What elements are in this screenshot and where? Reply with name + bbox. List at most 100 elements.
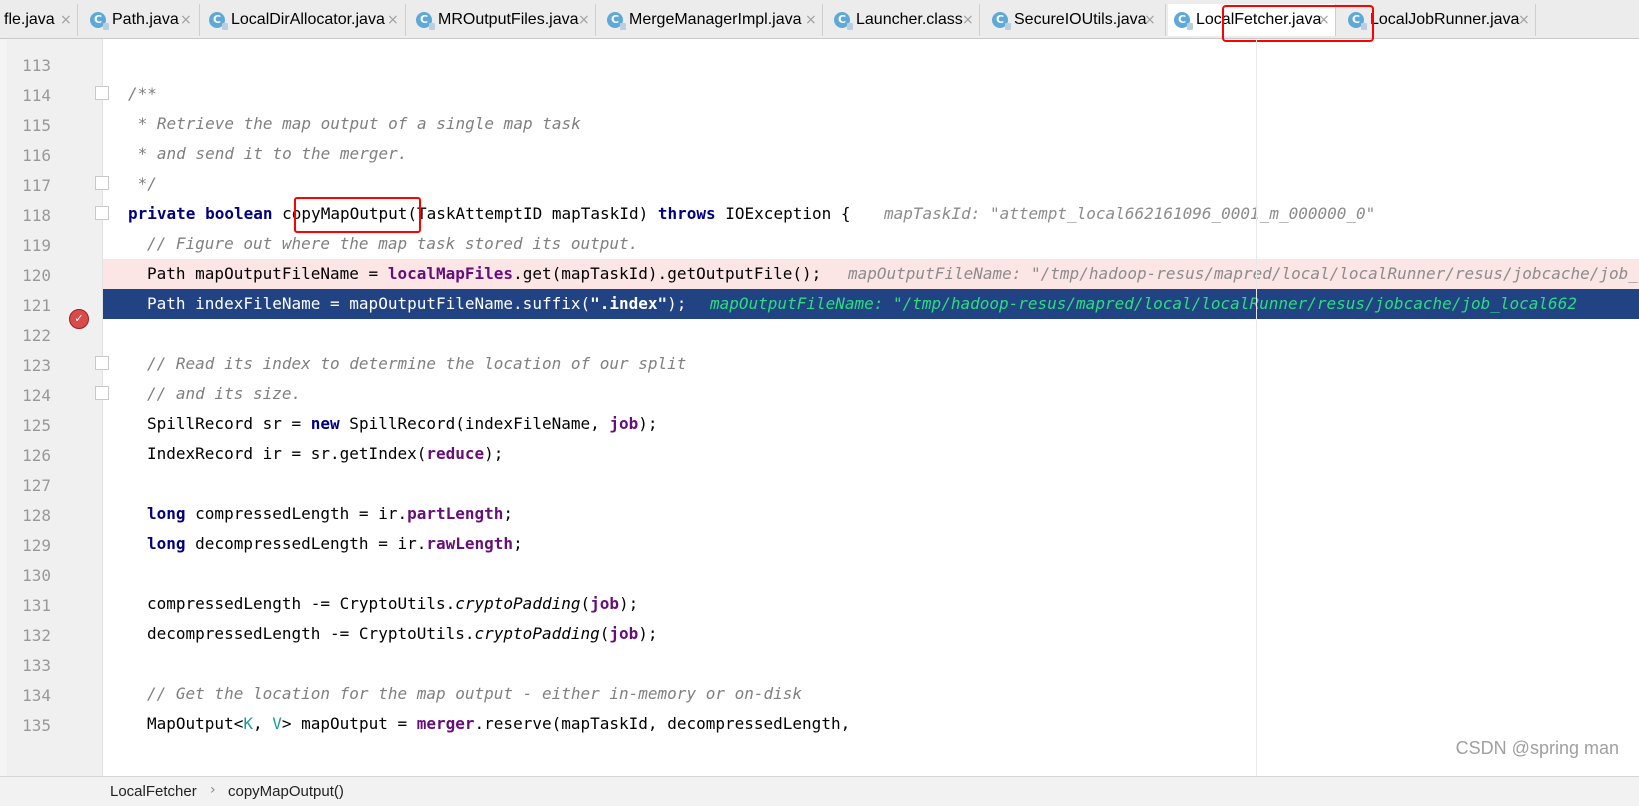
code-text: ); (619, 594, 639, 613)
code-line-134: // Get the location for the map output -… (103, 679, 1639, 709)
line-number: 132 (22, 626, 51, 645)
code-text: decompressedLength = ir. (185, 534, 427, 553)
keyword: long (147, 534, 186, 553)
close-icon[interactable]: × (805, 12, 817, 28)
code-text: MapOutput<K, V> mapOutput = merger.reser… (147, 714, 850, 733)
line-number: 128 (22, 506, 51, 525)
code-line-120: Path mapOutputFileName = localMapFiles.g… (103, 259, 1639, 289)
field-ref: job (609, 624, 639, 643)
code-editor[interactable]: /** * Retrieve the map output of a singl… (103, 39, 1639, 776)
code-text: ); (484, 444, 504, 463)
doc-comment: * Retrieve the map output of a single ma… (128, 114, 581, 133)
java-class-icon: C (416, 12, 435, 30)
line-comment: // Read its index to determine the locat… (147, 354, 687, 373)
java-class-icon: C (1174, 12, 1193, 30)
tab-secureioutils-java[interactable]: C SecureIOUtils.java × (986, 4, 1166, 36)
code-text: Path indexFileName = mapOutputFileName.s… (147, 294, 686, 313)
java-class-icon: C (209, 12, 228, 30)
line-number: 115 (22, 116, 51, 135)
close-icon[interactable]: × (60, 12, 72, 28)
breadcrumb-class[interactable]: LocalFetcher (110, 783, 197, 800)
close-icon[interactable]: × (387, 12, 399, 28)
watermark: CSDN @spring man (1455, 738, 1619, 758)
tab-fle-java[interactable]: fle.java × (0, 4, 78, 36)
line-comment: // Figure out where the map task stored … (147, 234, 639, 253)
line-number: 113 (22, 56, 51, 75)
breadcrumb-method[interactable]: copyMapOutput() (228, 783, 344, 800)
code-text: Path indexFileName = mapOutputFileName.s… (147, 294, 591, 313)
static-method: cryptoPadding (455, 594, 581, 613)
code-line-126: IndexRecord ir = sr.getIndex(reduce); (103, 439, 1639, 469)
tab-label: LocalDirAllocator.java (231, 11, 385, 28)
line-number: 127 (22, 476, 51, 495)
code-text: ); (638, 414, 658, 433)
code-line-123: // Read its index to determine the locat… (103, 349, 1639, 379)
code-text: ( (580, 594, 591, 613)
field-ref: merger (416, 714, 475, 733)
code-text: MapOutput< (147, 714, 244, 733)
code-text: decompressedLength -= CryptoUtils.crypto… (147, 624, 658, 643)
keyword: boolean (205, 204, 273, 223)
field-ref: job (609, 414, 639, 433)
breakpoint-icon[interactable]: ✓ (69, 309, 89, 329)
code-line-129: long decompressedLength = ir.rawLength; (103, 529, 1639, 559)
debug-inline-value: mapOutputFileName: "/tmp/hadoop-resus/ma… (710, 294, 1577, 313)
line-number: 131 (22, 596, 51, 615)
doc-comment: */ (128, 174, 157, 193)
line-number: 129 (22, 536, 51, 555)
tab-label: LocalJobRunner.java (1370, 11, 1520, 28)
method-params: (TaskAttemptID mapTaskId) (407, 204, 658, 223)
line-number: 123 (22, 356, 51, 375)
keyword: new (310, 414, 340, 433)
debug-inline-value: mapOutputFileName: "/tmp/hadoop-resus/ma… (848, 264, 1639, 283)
active-tab-highlight-box (1222, 5, 1374, 42)
type-param: V (272, 714, 282, 733)
field-ref: job (590, 594, 620, 613)
close-icon[interactable]: × (578, 12, 590, 28)
code-text: IndexRecord ir = sr.getIndex( (147, 444, 427, 463)
code-text: compressedLength -= CryptoUtils.cryptoPa… (147, 594, 638, 613)
java-class-icon: C (607, 12, 626, 30)
code-line-132: decompressedLength -= CryptoUtils.crypto… (103, 619, 1639, 649)
tab-mergemanagerimpl-java[interactable]: C MergeManagerImpl.java × (601, 4, 823, 36)
code-line-117: */ (103, 169, 1639, 199)
right-margin-guide (1256, 39, 1257, 776)
code-text: decompressedLength -= CryptoUtils. (147, 624, 475, 643)
field-ref: rawLength (426, 534, 514, 553)
java-class-icon: C (90, 12, 109, 30)
java-class-icon: C (992, 12, 1011, 30)
tab-localdirallocator-java[interactable]: C LocalDirAllocator.java × (203, 4, 406, 36)
line-number: 133 (22, 656, 51, 675)
code-line-119: // Figure out where the map task stored … (103, 229, 1639, 259)
code-line-135: MapOutput<K, V> mapOutput = merger.reser… (103, 709, 1639, 739)
code-text: , (252, 714, 273, 733)
line-comment: // and its size. (147, 384, 302, 403)
close-icon[interactable]: × (1518, 12, 1530, 28)
tab-path-java[interactable]: C Path.java × (84, 4, 200, 36)
line-number: 135 (22, 716, 51, 735)
type-param: K (243, 714, 253, 733)
close-icon[interactable]: × (962, 12, 974, 28)
code-line-115: * Retrieve the map output of a single ma… (103, 109, 1639, 139)
code-line-125: SpillRecord sr = new SpillRecord(indexFi… (103, 409, 1639, 439)
tab-label: Path.java (112, 11, 179, 28)
code-text: compressedLength = ir. (185, 504, 408, 523)
line-number: 114 (22, 86, 51, 105)
close-icon[interactable]: × (180, 12, 192, 28)
code-line-121-execution-point: Path indexFileName = mapOutputFileName.s… (103, 289, 1639, 319)
tab-launcher-class[interactable]: C Launcher.class × (828, 4, 980, 36)
code-text: .reserve(mapTaskId, decompressedLength, (474, 714, 851, 733)
code-text: IOException { (715, 204, 851, 223)
code-text: Path mapOutputFileName = localMapFiles.g… (147, 264, 821, 283)
tab-mroutputfiles-java[interactable]: C MROutputFiles.java × (410, 4, 596, 36)
tab-label: SecureIOUtils.java (1014, 11, 1147, 28)
close-icon[interactable]: × (1144, 12, 1156, 28)
line-number: 121 (22, 296, 51, 315)
code-text: SpillRecord sr = new SpillRecord(indexFi… (147, 414, 658, 433)
field-ref: partLength (407, 504, 504, 523)
editor-tab-bar: fle.java × C Path.java × C LocalDirAlloc… (0, 0, 1639, 42)
code-line-131: compressedLength -= CryptoUtils.cryptoPa… (103, 589, 1639, 619)
tab-label: MROutputFiles.java (438, 11, 579, 28)
line-number: 117 (22, 176, 51, 195)
editor-gutter: 113 114 115 116 117 118 119 120 121 122 … (7, 39, 109, 776)
